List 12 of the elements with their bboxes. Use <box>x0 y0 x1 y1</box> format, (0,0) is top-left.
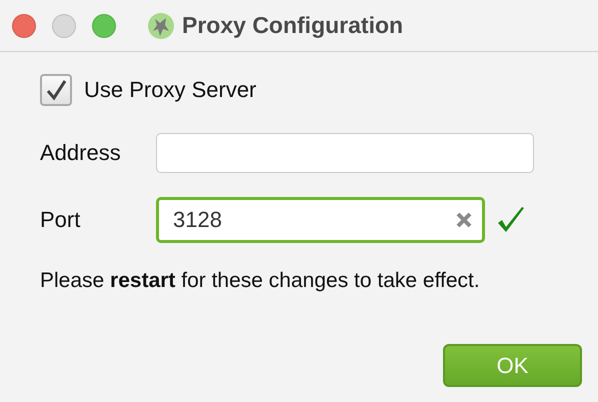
use-proxy-checkbox[interactable] <box>40 74 72 106</box>
close-button[interactable] <box>12 14 36 38</box>
port-field[interactable]: 3128 <box>156 197 485 243</box>
port-value: 3128 <box>173 207 223 233</box>
zoom-button[interactable] <box>92 14 116 38</box>
window-title: Proxy Configuration <box>182 12 404 39</box>
clear-icon[interactable] <box>456 212 472 228</box>
address-field[interactable] <box>156 133 534 173</box>
field-label: Port <box>40 207 82 233</box>
checkbox-label: Use Proxy Server <box>84 77 256 103</box>
field-label: Address <box>40 140 122 166</box>
restart-message: Please restart for these changes to take effect. <box>40 269 481 293</box>
